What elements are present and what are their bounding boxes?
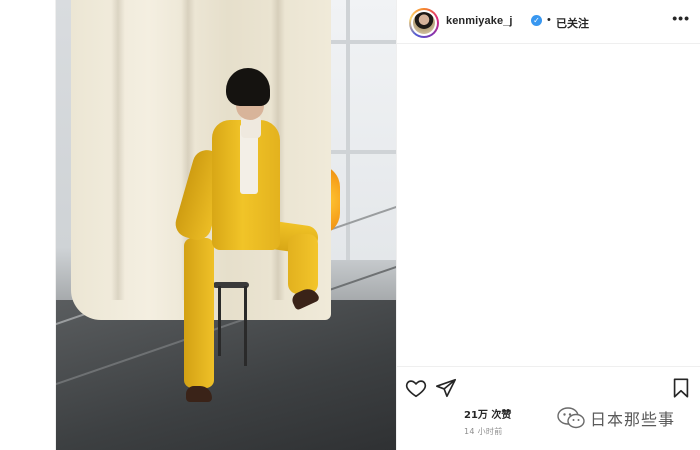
- username-link[interactable]: kenmiyake_j: [446, 15, 513, 27]
- model-shoe: [186, 386, 212, 402]
- post-timestamp[interactable]: 14 小时前: [464, 426, 503, 437]
- instagram-post: kenmiyake_j ✓ • 已关注 ••• 21万 次赞 14 小时前: [55, 0, 700, 450]
- model-leg: [184, 238, 214, 388]
- bookmark-outline-icon[interactable]: [670, 377, 692, 399]
- wechat-icon: [557, 407, 585, 429]
- separator: •: [547, 14, 551, 26]
- more-options-icon[interactable]: •••: [672, 10, 690, 26]
- avatar[interactable]: [409, 8, 439, 38]
- studio-floor: [56, 300, 396, 450]
- heart-outline-icon[interactable]: [405, 377, 427, 399]
- likes-count[interactable]: 21万 次赞: [464, 406, 511, 421]
- post-header: kenmiyake_j ✓ • 已关注 •••: [397, 0, 700, 44]
- comments-area: [397, 44, 700, 366]
- post-photo[interactable]: [56, 0, 396, 450]
- post-sidebar: kenmiyake_j ✓ • 已关注 •••: [396, 0, 700, 450]
- verified-badge-icon: ✓: [531, 15, 542, 26]
- follow-status-button[interactable]: 已关注: [556, 15, 589, 31]
- paper-plane-icon[interactable]: [435, 377, 457, 399]
- watermark-text: 日本那些事: [590, 410, 676, 429]
- model-hair: [226, 68, 270, 106]
- watermark: 日本那些事: [557, 406, 675, 430]
